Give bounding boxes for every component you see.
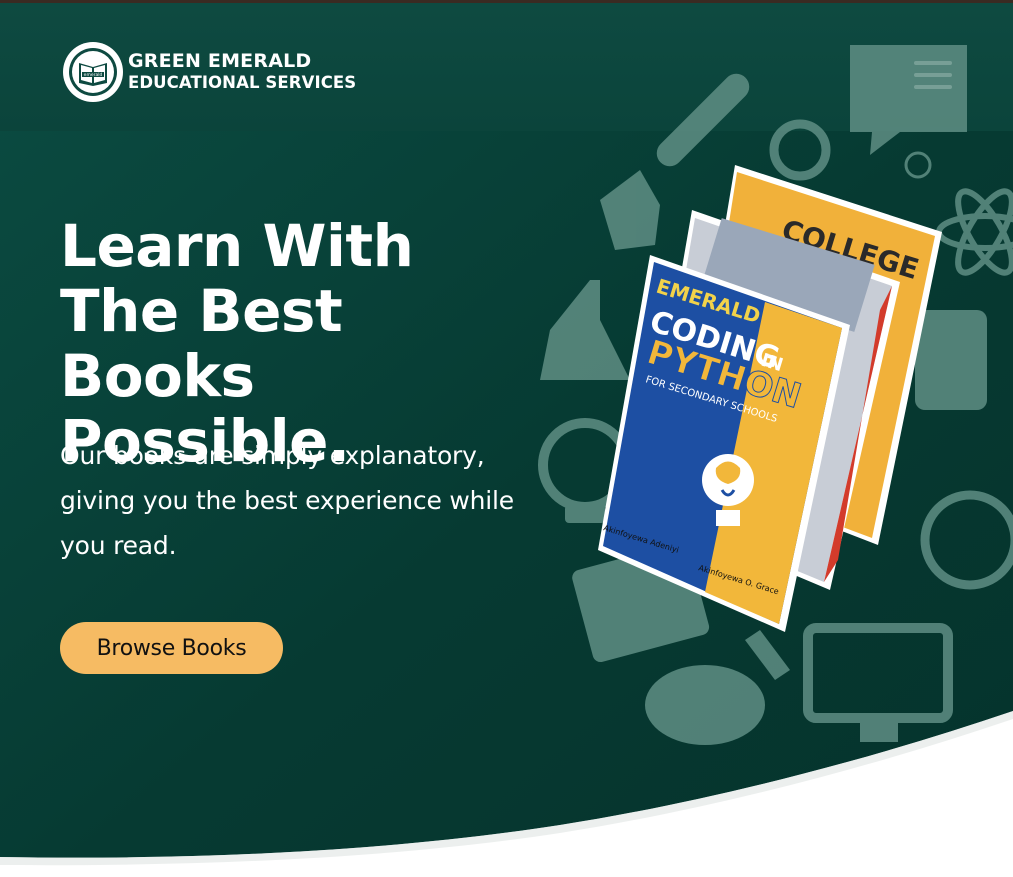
emblem-icon: emerald <box>63 42 123 102</box>
test-tube-icon <box>656 73 750 167</box>
flask-icon <box>540 280 630 380</box>
bell-icon <box>600 170 660 250</box>
hero-subtext: Our books are simply explanatory, giving… <box>60 441 514 560</box>
chat-bubble-icon <box>850 45 967 155</box>
bus-icon <box>915 310 987 410</box>
brand-wordmark: GREEN EMERALD EDUCATIONAL SERVICES <box>128 50 356 94</box>
brand-logo[interactable]: emerald GREEN EMERALD EDUCATIONAL SERVIC… <box>62 41 356 103</box>
brand-name-line1: GREEN EMERALD <box>128 50 312 72</box>
magnifier-icon <box>769 119 831 181</box>
browse-books-button[interactable]: Browse Books <box>60 622 283 674</box>
landing-page: emerald GREEN EMERALD EDUCATIONAL SERVIC… <box>0 0 1013 877</box>
brand-name-line2: EDUCATIONAL SERVICES <box>128 73 357 92</box>
pen-icon <box>745 630 790 680</box>
monitor-icon <box>803 623 953 723</box>
emblem-wordmark: emerald <box>84 72 103 78</box>
lightbulb-small-icon <box>904 151 932 179</box>
palette-icon <box>645 665 765 745</box>
clock-icon <box>920 490 1013 590</box>
monitor-stand <box>860 718 898 742</box>
hero-illustration: COLLEGE EMERALD CODING IN PYTHON FOR SEC… <box>538 45 1013 745</box>
lightbulb-base <box>565 505 605 523</box>
